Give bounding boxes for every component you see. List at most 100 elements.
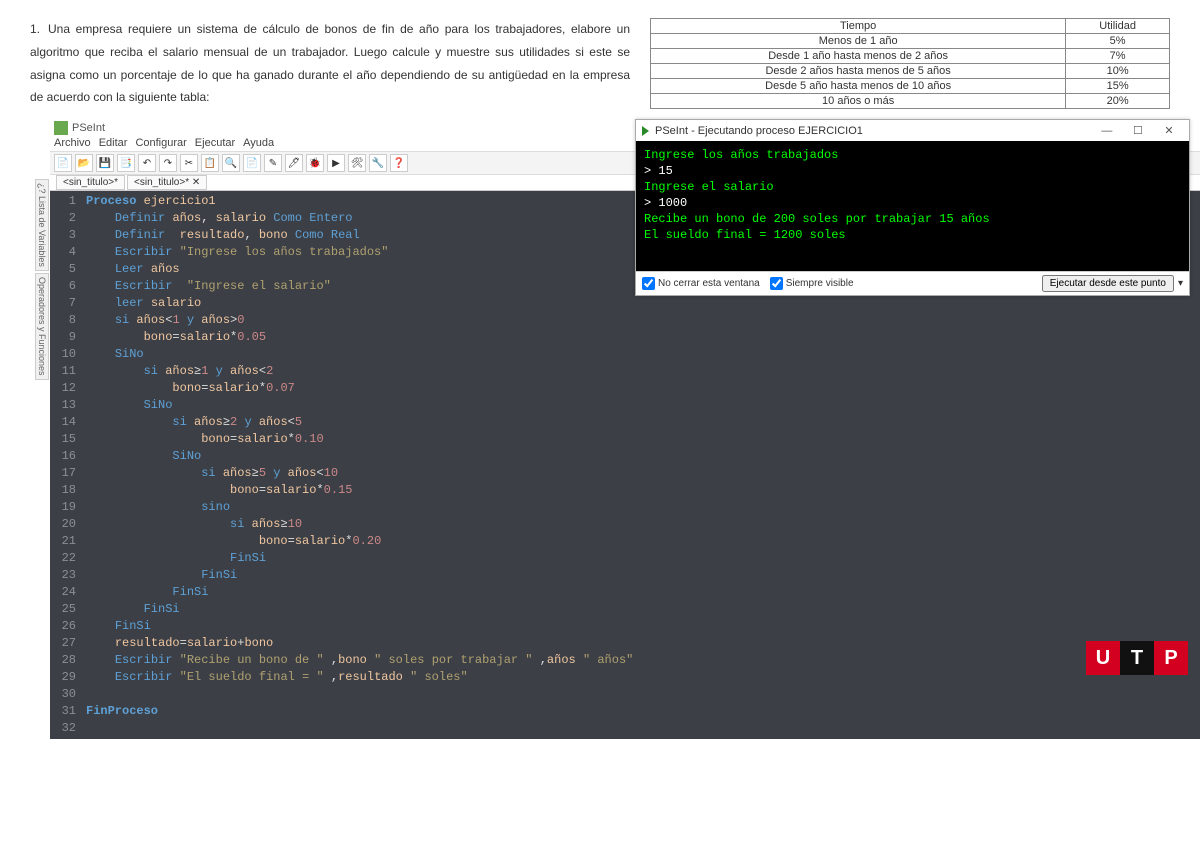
line-number: 31 [50,703,86,720]
code-line[interactable]: 18 bono=salario*0.15 [50,482,1200,499]
code-content[interactable]: bono=salario*0.05 [86,329,266,346]
line-number: 30 [50,686,86,703]
code-line[interactable]: 7 leer salario [50,295,1200,312]
toolbar-button[interactable]: 💾 [96,154,114,172]
code-line[interactable]: 25 FinSi [50,601,1200,618]
toolbar-button[interactable]: 🔍 [222,154,240,172]
code-content[interactable]: si años≥5 y años<10 [86,465,338,482]
toolbar-button[interactable]: 📄 [243,154,261,172]
code-content[interactable]: FinProceso [86,703,158,720]
code-line[interactable]: 16 SiNo [50,448,1200,465]
toolbar-button[interactable]: ↷ [159,154,177,172]
code-line[interactable]: 30 [50,686,1200,703]
code-line[interactable]: 8 si años<1 y años>0 [50,312,1200,329]
code-line[interactable]: 13 SiNo [50,397,1200,414]
no-close-checkbox[interactable]: No cerrar esta ventana [642,277,760,290]
code-line[interactable]: 10 SiNo [50,346,1200,363]
toolbar-button[interactable]: 📋 [201,154,219,172]
code-line[interactable]: 21 bono=salario*0.20 [50,533,1200,550]
menu-item[interactable]: Ayuda [243,137,274,149]
toolbar-button[interactable]: ▶ [327,154,345,172]
code-line[interactable]: 29 Escribir "El sueldo final = " ,result… [50,669,1200,686]
code-content[interactable]: FinSi [86,550,266,567]
toolbar-button[interactable]: 🐞 [306,154,324,172]
code-content[interactable]: Escribir "El sueldo final = " ,resultado… [86,669,468,686]
code-content[interactable]: FinSi [86,618,151,635]
dropdown-icon[interactable]: ▾ [1178,278,1183,289]
always-visible-checkbox[interactable]: Siempre visible [770,277,854,290]
sidebar-tab[interactable]: Operadores y Funciones [35,273,49,380]
code-line[interactable]: 17 si años≥5 y años<10 [50,465,1200,482]
code-content[interactable]: bono=salario*0.10 [86,431,324,448]
pseint-icon [54,121,68,135]
code-content[interactable]: Escribir "Ingrese el salario" [86,278,331,295]
toolbar-button[interactable]: 📑 [117,154,135,172]
code-content[interactable]: Definir años, salario Como Entero [86,210,353,227]
menu-item[interactable]: Archivo [54,137,91,149]
close-button[interactable]: ✕ [1155,124,1183,137]
code-line[interactable]: 15 bono=salario*0.10 [50,431,1200,448]
code-content[interactable]: si años≥1 y años<2 [86,363,273,380]
editor-tab[interactable]: <sin_titulo>* [56,175,125,190]
code-content[interactable]: FinSi [86,584,208,601]
code-content[interactable]: Escribir "Ingrese los años trabajados" [86,244,388,261]
code-line[interactable]: 12 bono=salario*0.07 [50,380,1200,397]
code-content[interactable]: si años≥10 [86,516,302,533]
line-number: 27 [50,635,86,652]
toolbar-button[interactable]: 🖊 [285,154,303,172]
terminal-output[interactable]: Ingrese los años trabajados > 15 Ingrese… [636,141,1189,271]
code-content[interactable]: FinSi [86,601,180,618]
menu-item[interactable]: Configurar [135,137,186,149]
code-line[interactable]: 27 resultado=salario+bono [50,635,1200,652]
code-content[interactable]: SiNo [86,397,172,414]
code-content[interactable]: leer salario [86,295,201,312]
menu-item[interactable]: Ejecutar [195,137,235,149]
code-line[interactable]: 28 Escribir "Recibe un bono de " ,bono "… [50,652,1200,669]
code-content[interactable]: Definir resultado, bono Como Real [86,227,360,244]
sidebar-tab[interactable]: ¿? Lista de Variables [35,179,49,271]
code-content[interactable]: bono=salario*0.07 [86,380,295,397]
table-cell: 10% [1066,64,1170,79]
code-content[interactable]: bono=salario*0.15 [86,482,352,499]
code-line[interactable]: 31FinProceso [50,703,1200,720]
code-content[interactable]: FinSi [86,567,237,584]
minimize-button[interactable]: — [1093,125,1121,137]
code-content[interactable]: SiNo [86,346,144,363]
console-titlebar[interactable]: PSeInt - Ejecutando proceso EJERCICIO1 —… [636,120,1189,141]
editor-tab[interactable]: <sin_titulo>* ✕ [127,175,207,190]
code-line[interactable]: 23 FinSi [50,567,1200,584]
menu-item[interactable]: Editar [99,137,128,149]
toolbar-button[interactable]: ❓ [390,154,408,172]
code-line[interactable]: 9 bono=salario*0.05 [50,329,1200,346]
code-content[interactable]: resultado=salario+bono [86,635,273,652]
run-from-here-button[interactable]: Ejecutar desde este punto [1042,275,1174,292]
code-content[interactable]: Escribir "Recibe un bono de " ,bono " so… [86,652,633,669]
code-content[interactable]: si años<1 y años>0 [86,312,244,329]
code-line[interactable]: 19 sino [50,499,1200,516]
line-number: 25 [50,601,86,618]
code-line[interactable]: 20 si años≥10 [50,516,1200,533]
utility-table: TiempoUtilidad Menos de 1 año5%Desde 1 a… [650,18,1170,109]
code-content[interactable]: SiNo [86,448,201,465]
code-line[interactable]: 22 FinSi [50,550,1200,567]
code-line[interactable]: 24 FinSi [50,584,1200,601]
toolbar-button[interactable]: ↶ [138,154,156,172]
code-line[interactable]: 11 si años≥1 y años<2 [50,363,1200,380]
code-content[interactable]: Leer años [86,261,180,278]
code-content[interactable]: bono=salario*0.20 [86,533,381,550]
toolbar-button[interactable]: 🛠 [348,154,366,172]
toolbar-button[interactable]: 📂 [75,154,93,172]
toolbar-button[interactable]: ✎ [264,154,282,172]
code-content[interactable]: sino [86,499,230,516]
line-number: 4 [50,244,86,261]
code-line[interactable]: 14 si años≥2 y años<5 [50,414,1200,431]
toolbar-button[interactable]: ✂ [180,154,198,172]
code-line[interactable]: 26 FinSi [50,618,1200,635]
code-line[interactable]: 32 [50,720,1200,737]
toolbar-button[interactable]: 🔧 [369,154,387,172]
toolbar-button[interactable]: 📄 [54,154,72,172]
code-content[interactable]: Proceso ejercicio1 [86,193,216,210]
line-number: 7 [50,295,86,312]
maximize-button[interactable]: ☐ [1124,124,1152,137]
code-content[interactable]: si años≥2 y años<5 [86,414,302,431]
